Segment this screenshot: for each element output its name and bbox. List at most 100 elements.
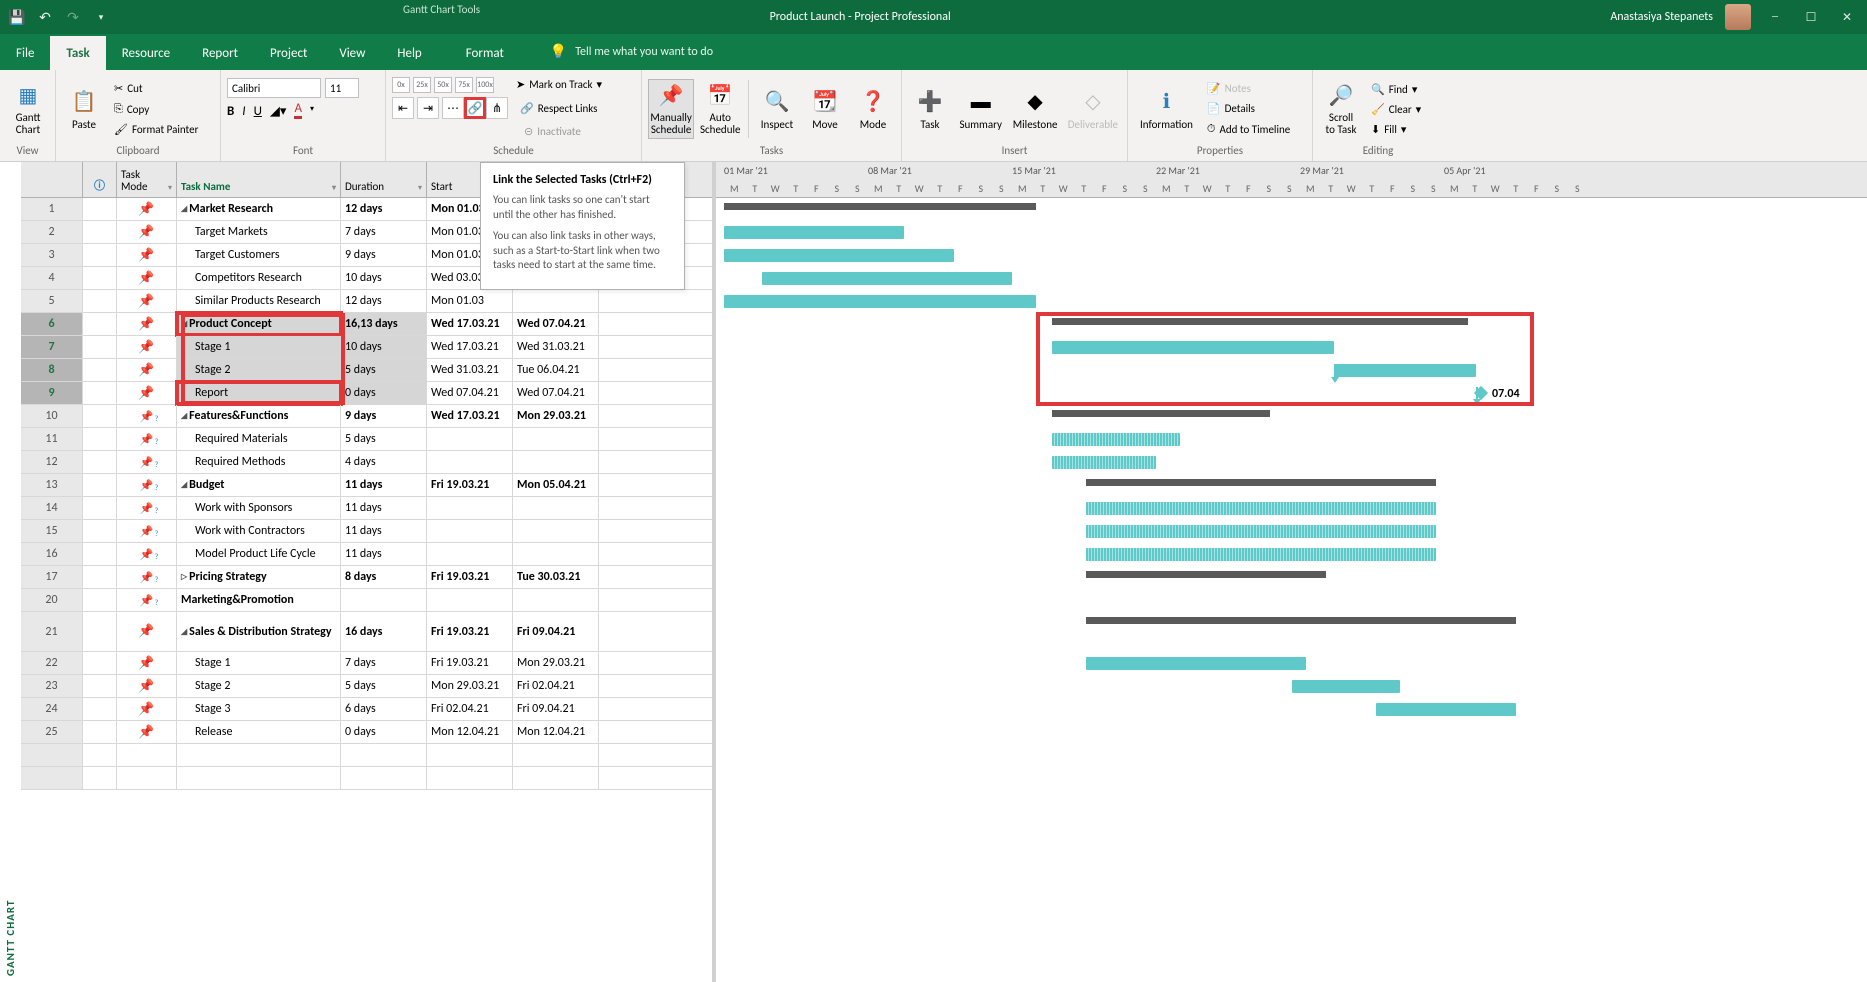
zoom-100-button[interactable]: 100x	[476, 77, 494, 93]
undo-icon[interactable]: ↶	[36, 8, 54, 26]
task-row[interactable]: 16📌Model Product Life Cycle11 days	[21, 543, 712, 566]
task-row[interactable]: 14📌Work with Sponsors11 days	[21, 497, 712, 520]
gantt-chart-button[interactable]: ▦Gantt Chart	[6, 80, 50, 138]
mode-button[interactable]: ❓Mode	[851, 86, 895, 133]
outdent-button[interactable]: ⇤	[392, 97, 414, 119]
gantt-task-bar[interactable]	[724, 249, 954, 262]
col-task-name[interactable]: Task Name▾	[177, 162, 341, 197]
unlink-tasks-button[interactable]: ⋔	[486, 97, 508, 119]
insert-milestone-button[interactable]: ◆Milestone	[1009, 86, 1060, 133]
col-duration[interactable]: Duration▾	[341, 162, 427, 197]
move-button[interactable]: 📆Move	[803, 86, 847, 133]
task-row[interactable]: 15📌Work with Contractors11 days	[21, 520, 712, 543]
gantt-summary-bar[interactable]	[1052, 410, 1270, 420]
gantt-task-bar[interactable]	[762, 272, 1012, 285]
tab-project[interactable]: Project	[254, 36, 323, 70]
gantt-task-bar[interactable]	[1086, 657, 1306, 670]
gantt-summary-bar[interactable]	[1086, 571, 1326, 581]
save-icon[interactable]: 💾	[8, 8, 26, 26]
inactivate-button[interactable]: ⊝ Inactivate	[520, 123, 585, 140]
task-row[interactable]: 17📌▷Pricing Strategy8 daysFri 19.03.21Tu…	[21, 566, 712, 589]
inspect-button[interactable]: 🔍Inspect	[755, 86, 799, 133]
font-family-select[interactable]: Calibri	[227, 78, 321, 98]
gantt-task-bar[interactable]	[1052, 341, 1334, 354]
cut-button[interactable]: ✂ Cut	[110, 80, 202, 97]
gantt-task-bar[interactable]	[1376, 703, 1516, 716]
col-task-mode[interactable]: Task Mode▾	[117, 162, 177, 197]
zoom-50-button[interactable]: 50x	[434, 77, 452, 93]
user-avatar[interactable]	[1725, 4, 1751, 30]
font-color-button[interactable]: A	[294, 104, 302, 119]
respect-links-button[interactable]: 🔗 Respect Links	[516, 100, 601, 117]
split-button[interactable]: ⋯	[442, 97, 464, 119]
link-tasks-button[interactable]: 🔗	[464, 97, 486, 119]
task-row[interactable]: 20📌Marketing&Promotion	[21, 589, 712, 612]
information-button[interactable]: ℹInformation	[1134, 86, 1199, 133]
format-painter-button[interactable]: 🖌 Format Painter	[110, 121, 202, 138]
italic-button[interactable]: I	[242, 104, 245, 119]
add-to-timeline-button[interactable]: ⏱ Add to Timeline	[1203, 120, 1294, 138]
tab-file[interactable]: File	[0, 36, 50, 70]
insert-summary-button[interactable]: ▬Summary	[956, 86, 1005, 133]
task-row[interactable]: 25📌Release0 daysMon 12.04.21Mon 12.04.21	[21, 721, 712, 744]
find-button[interactable]: 🔍 Find ▾	[1367, 81, 1425, 98]
auto-schedule-button[interactable]: 📅Auto Schedule	[698, 80, 742, 138]
fill-button[interactable]: ⬇ Fill ▾	[1367, 121, 1425, 138]
minimize-icon[interactable]: ─	[1763, 5, 1787, 29]
col-info[interactable]: ⓘ	[83, 162, 117, 197]
gantt-task-bar[interactable]	[1086, 502, 1436, 515]
task-row[interactable]: 22📌Stage 17 daysFri 19.03.21Mon 29.03.21	[21, 652, 712, 675]
outline-toggle-icon[interactable]: ▷	[181, 572, 187, 582]
tab-resource[interactable]: Resource	[106, 36, 186, 70]
select-all-cell[interactable]	[21, 162, 83, 197]
qat-more-icon[interactable]: ▾	[92, 8, 110, 26]
gantt-task-bar[interactable]	[1292, 680, 1400, 693]
gantt-task-bar[interactable]	[724, 295, 1036, 308]
copy-button[interactable]: ⎘ Copy	[110, 100, 202, 118]
task-row[interactable]: 5📌Similar Products Research12 daysMon 01…	[21, 290, 712, 313]
outline-toggle-icon[interactable]: ◢	[181, 627, 187, 637]
tellme-input[interactable]: Tell me what you want to do	[575, 45, 713, 59]
tab-task[interactable]: Task	[50, 36, 105, 70]
task-row[interactable]: 23📌Stage 25 daysMon 29.03.21Fri 02.04.21	[21, 675, 712, 698]
gantt-summary-bar[interactable]	[724, 203, 1036, 213]
gantt-task-bar[interactable]	[1052, 456, 1156, 469]
scroll-to-task-button[interactable]: 🔎Scroll to Task	[1319, 80, 1363, 138]
gantt-chart[interactable]: 01 Mar '21MTWTFSS08 Mar '21MTWTFSS15 Mar…	[716, 162, 1867, 982]
indent-button[interactable]: ⇥	[417, 97, 439, 119]
outline-toggle-icon[interactable]: ◢	[181, 411, 187, 421]
task-row[interactable]: 13📌◢Budget11 daysFri 19.03.21Mon 05.04.2…	[21, 474, 712, 497]
zoom-25-button[interactable]: 25x	[413, 77, 431, 93]
gantt-task-bar[interactable]	[1052, 433, 1180, 446]
underline-button[interactable]: U	[254, 104, 262, 119]
paste-button[interactable]: 📋Paste	[62, 86, 106, 133]
font-size-select[interactable]: 11	[325, 78, 359, 98]
task-row[interactable]: 11📌Required Materials5 days	[21, 428, 712, 451]
task-row[interactable]: 8📌Stage 25 daysWed 31.03.21Tue 06.04.21	[21, 359, 712, 382]
close-icon[interactable]: ✕	[1835, 5, 1859, 29]
fill-color-button[interactable]: ◢▾	[270, 104, 287, 119]
outline-toggle-icon[interactable]: ◢	[181, 319, 187, 329]
gantt-task-bar[interactable]	[1086, 548, 1436, 561]
outline-toggle-icon[interactable]: ◢	[181, 204, 187, 214]
insert-task-button[interactable]: ➕Task	[908, 86, 952, 133]
task-row[interactable]: 10📌◢Features&Functions9 daysWed 17.03.21…	[21, 405, 712, 428]
mark-on-track-button[interactable]: ➤ Mark on Track ▾	[512, 76, 606, 93]
bold-button[interactable]: B	[227, 104, 234, 119]
user-name[interactable]: Anastasiya Stepanets	[1610, 10, 1713, 24]
task-row[interactable]: 7📌Stage 110 daysWed 17.03.21Wed 31.03.21	[21, 336, 712, 359]
outline-toggle-icon[interactable]: ◢	[181, 480, 187, 490]
task-row[interactable]: 6📌◢Product Concept16,13 daysWed 17.03.21…	[21, 313, 712, 336]
task-row[interactable]: 12📌Required Methods4 days	[21, 451, 712, 474]
task-row[interactable]: 9📌Report0 daysWed 07.04.21Wed 07.04.21	[21, 382, 712, 405]
tab-help[interactable]: Help	[381, 36, 437, 70]
maximize-icon[interactable]: ☐	[1799, 5, 1823, 29]
details-button[interactable]: 📄 Details	[1203, 100, 1294, 117]
gantt-task-bar[interactable]	[724, 226, 904, 239]
task-row[interactable]: 24📌Stage 36 daysFri 02.04.21Fri 09.04.21	[21, 698, 712, 721]
tab-format[interactable]: Format	[450, 36, 520, 70]
gantt-summary-bar[interactable]	[1086, 479, 1436, 489]
manually-schedule-button[interactable]: 📌Manually Schedule	[648, 79, 694, 139]
zoom-75-button[interactable]: 75x	[455, 77, 473, 93]
tab-report[interactable]: Report	[186, 36, 254, 70]
